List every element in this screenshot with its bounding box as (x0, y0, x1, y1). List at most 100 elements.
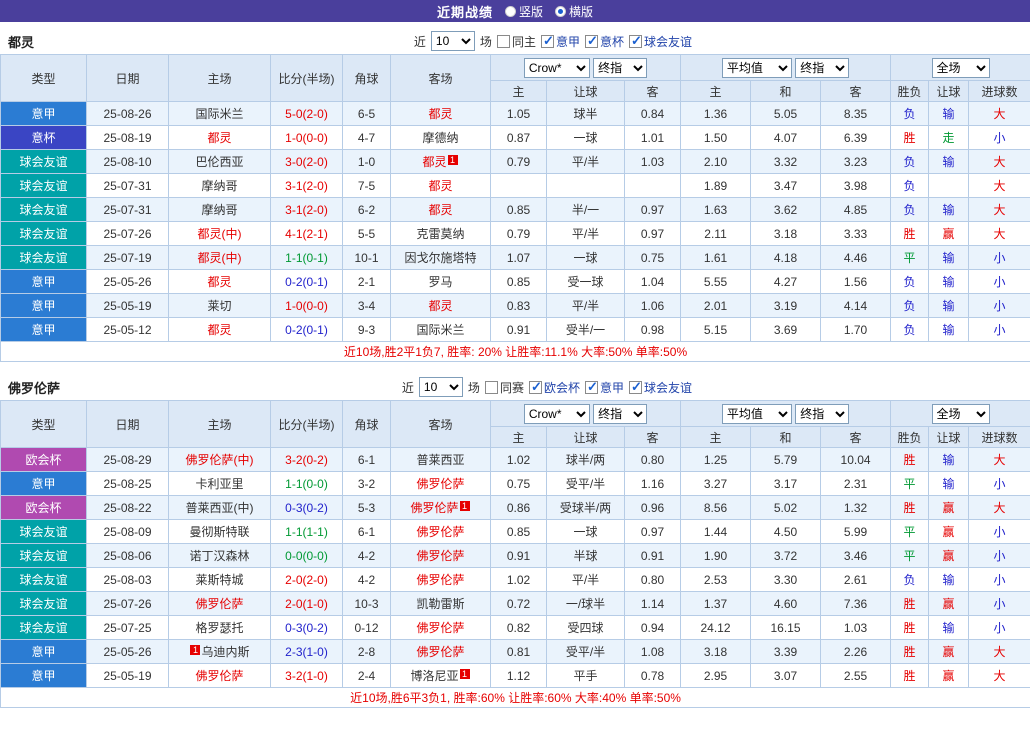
home-team[interactable]: 格罗瑟托 (169, 616, 271, 640)
away-team[interactable]: 佛罗伦萨 (391, 568, 491, 592)
home-team[interactable]: 普莱西亚(中) (169, 496, 271, 520)
match-score[interactable]: 5-0(2-0) (271, 102, 343, 126)
league-filter-checkbox-label[interactable]: 意杯 (585, 33, 624, 50)
home-team[interactable]: 莱切 (169, 294, 271, 318)
away-team[interactable]: 佛罗伦萨 (391, 544, 491, 568)
away-team[interactable]: 博洛尼亚1 (391, 664, 491, 688)
away-team[interactable]: 都灵1 (391, 150, 491, 174)
away-team[interactable]: 佛罗伦萨1 (391, 496, 491, 520)
league-filter-checkbox-label[interactable]: 意甲 (585, 379, 624, 396)
home-team[interactable]: 都灵(中) (169, 222, 271, 246)
vertical-layout-radio[interactable] (505, 6, 516, 17)
match-score[interactable]: 3-2(1-0) (271, 664, 343, 688)
match-score[interactable]: 0-3(0-2) (271, 616, 343, 640)
match-score[interactable]: 3-0(2-0) (271, 150, 343, 174)
odds-away: 0.97 (625, 222, 681, 246)
average-select[interactable]: 平均值 (722, 404, 792, 424)
match-score[interactable]: 2-0(1-0) (271, 592, 343, 616)
scope-select[interactable]: 全场 (932, 404, 990, 424)
same-venue-checkbox-label[interactable]: 同赛 (485, 379, 524, 396)
home-team[interactable]: 摩纳哥 (169, 174, 271, 198)
match-score[interactable]: 2-0(2-0) (271, 568, 343, 592)
league-filter-checkbox[interactable] (541, 35, 554, 48)
home-team[interactable]: 都灵 (169, 126, 271, 150)
home-team[interactable]: 卡利亚里 (169, 472, 271, 496)
odds-away: 0.80 (625, 568, 681, 592)
home-team[interactable]: 曼彻斯特联 (169, 520, 271, 544)
home-team[interactable]: 莱斯特城 (169, 568, 271, 592)
bookmaker-select[interactable]: Crow* (524, 58, 590, 78)
match-score[interactable]: 3-1(2-0) (271, 198, 343, 222)
league-filter-checkbox-label[interactable]: 球会友谊 (629, 379, 692, 396)
league-filter-checkbox[interactable] (629, 35, 642, 48)
away-team[interactable]: 都灵 (391, 294, 491, 318)
avg-draw-odds: 4.60 (751, 592, 821, 616)
average-stage-select[interactable]: 终指 (795, 58, 849, 78)
away-team[interactable]: 国际米兰 (391, 318, 491, 342)
match-score[interactable]: 1-1(0-1) (271, 246, 343, 270)
odds-stage-select[interactable]: 终指 (593, 404, 647, 424)
away-team[interactable]: 凯勒雷斯 (391, 592, 491, 616)
match-score[interactable]: 1-0(0-0) (271, 294, 343, 318)
match-score[interactable]: 0-0(0-0) (271, 544, 343, 568)
same-venue-checkbox[interactable] (497, 35, 510, 48)
avg-home-odds: 8.56 (681, 496, 751, 520)
match-score[interactable]: 2-3(1-0) (271, 640, 343, 664)
away-team[interactable]: 佛罗伦萨 (391, 472, 491, 496)
home-team[interactable]: 1乌迪内斯 (169, 640, 271, 664)
subcol-odds-home: 主 (491, 81, 547, 102)
league-type-badge: 欧会杯 (1, 448, 87, 472)
home-team[interactable]: 都灵 (169, 318, 271, 342)
match-count-select[interactable]: 10 (419, 377, 463, 397)
horizontal-layout-radio[interactable] (555, 6, 566, 17)
average-select[interactable]: 平均值 (722, 58, 792, 78)
away-team[interactable]: 因戈尔施塔特 (391, 246, 491, 270)
home-team[interactable]: 诺丁汉森林 (169, 544, 271, 568)
match-score[interactable]: 3-1(2-0) (271, 174, 343, 198)
away-team[interactable]: 都灵 (391, 102, 491, 126)
away-team[interactable]: 普莱西亚 (391, 448, 491, 472)
home-team[interactable]: 佛罗伦萨 (169, 592, 271, 616)
league-filter-checkbox[interactable] (585, 381, 598, 394)
home-team[interactable]: 佛罗伦萨(中) (169, 448, 271, 472)
odds-stage-select[interactable]: 终指 (593, 58, 647, 78)
bookmaker-select[interactable]: Crow* (524, 404, 590, 424)
league-filter-checkbox[interactable] (585, 35, 598, 48)
match-score[interactable]: 0-3(0-2) (271, 496, 343, 520)
away-team[interactable]: 罗马 (391, 270, 491, 294)
match-score[interactable]: 3-2(0-2) (271, 448, 343, 472)
home-team[interactable]: 国际米兰 (169, 102, 271, 126)
away-team[interactable]: 都灵 (391, 174, 491, 198)
home-team[interactable]: 巴伦西亚 (169, 150, 271, 174)
average-stage-select[interactable]: 终指 (795, 404, 849, 424)
match-score[interactable]: 1-1(0-0) (271, 472, 343, 496)
same-venue-checkbox[interactable] (485, 381, 498, 394)
layout-option-horizontal[interactable]: 横版 (555, 3, 593, 20)
handicap-outcome: 输 (929, 472, 969, 496)
scope-select[interactable]: 全场 (932, 58, 990, 78)
home-team[interactable]: 都灵 (169, 270, 271, 294)
away-team[interactable]: 佛罗伦萨 (391, 616, 491, 640)
same-venue-checkbox-label[interactable]: 同主 (497, 33, 536, 50)
match-score[interactable]: 1-1(1-1) (271, 520, 343, 544)
league-filter-checkbox[interactable] (529, 381, 542, 394)
home-team[interactable]: 都灵(中) (169, 246, 271, 270)
match-score[interactable]: 1-0(0-0) (271, 126, 343, 150)
home-team[interactable]: 佛罗伦萨 (169, 664, 271, 688)
league-filter-checkbox-label[interactable]: 意甲 (541, 33, 580, 50)
home-team[interactable]: 摩纳哥 (169, 198, 271, 222)
league-filter-checkbox-label[interactable]: 欧会杯 (529, 379, 580, 396)
layout-option-vertical[interactable]: 竖版 (505, 3, 543, 20)
handicap-outcome: 走 (929, 126, 969, 150)
match-score[interactable]: 0-2(0-1) (271, 270, 343, 294)
match-score[interactable]: 0-2(0-1) (271, 318, 343, 342)
match-score[interactable]: 4-1(2-1) (271, 222, 343, 246)
league-filter-checkbox-label[interactable]: 球会友谊 (629, 33, 692, 50)
away-team[interactable]: 佛罗伦萨 (391, 640, 491, 664)
away-team[interactable]: 克雷莫纳 (391, 222, 491, 246)
match-count-select[interactable]: 10 (431, 31, 475, 51)
league-filter-checkbox[interactable] (629, 381, 642, 394)
away-team[interactable]: 摩德纳 (391, 126, 491, 150)
away-team[interactable]: 都灵 (391, 198, 491, 222)
away-team[interactable]: 佛罗伦萨 (391, 520, 491, 544)
